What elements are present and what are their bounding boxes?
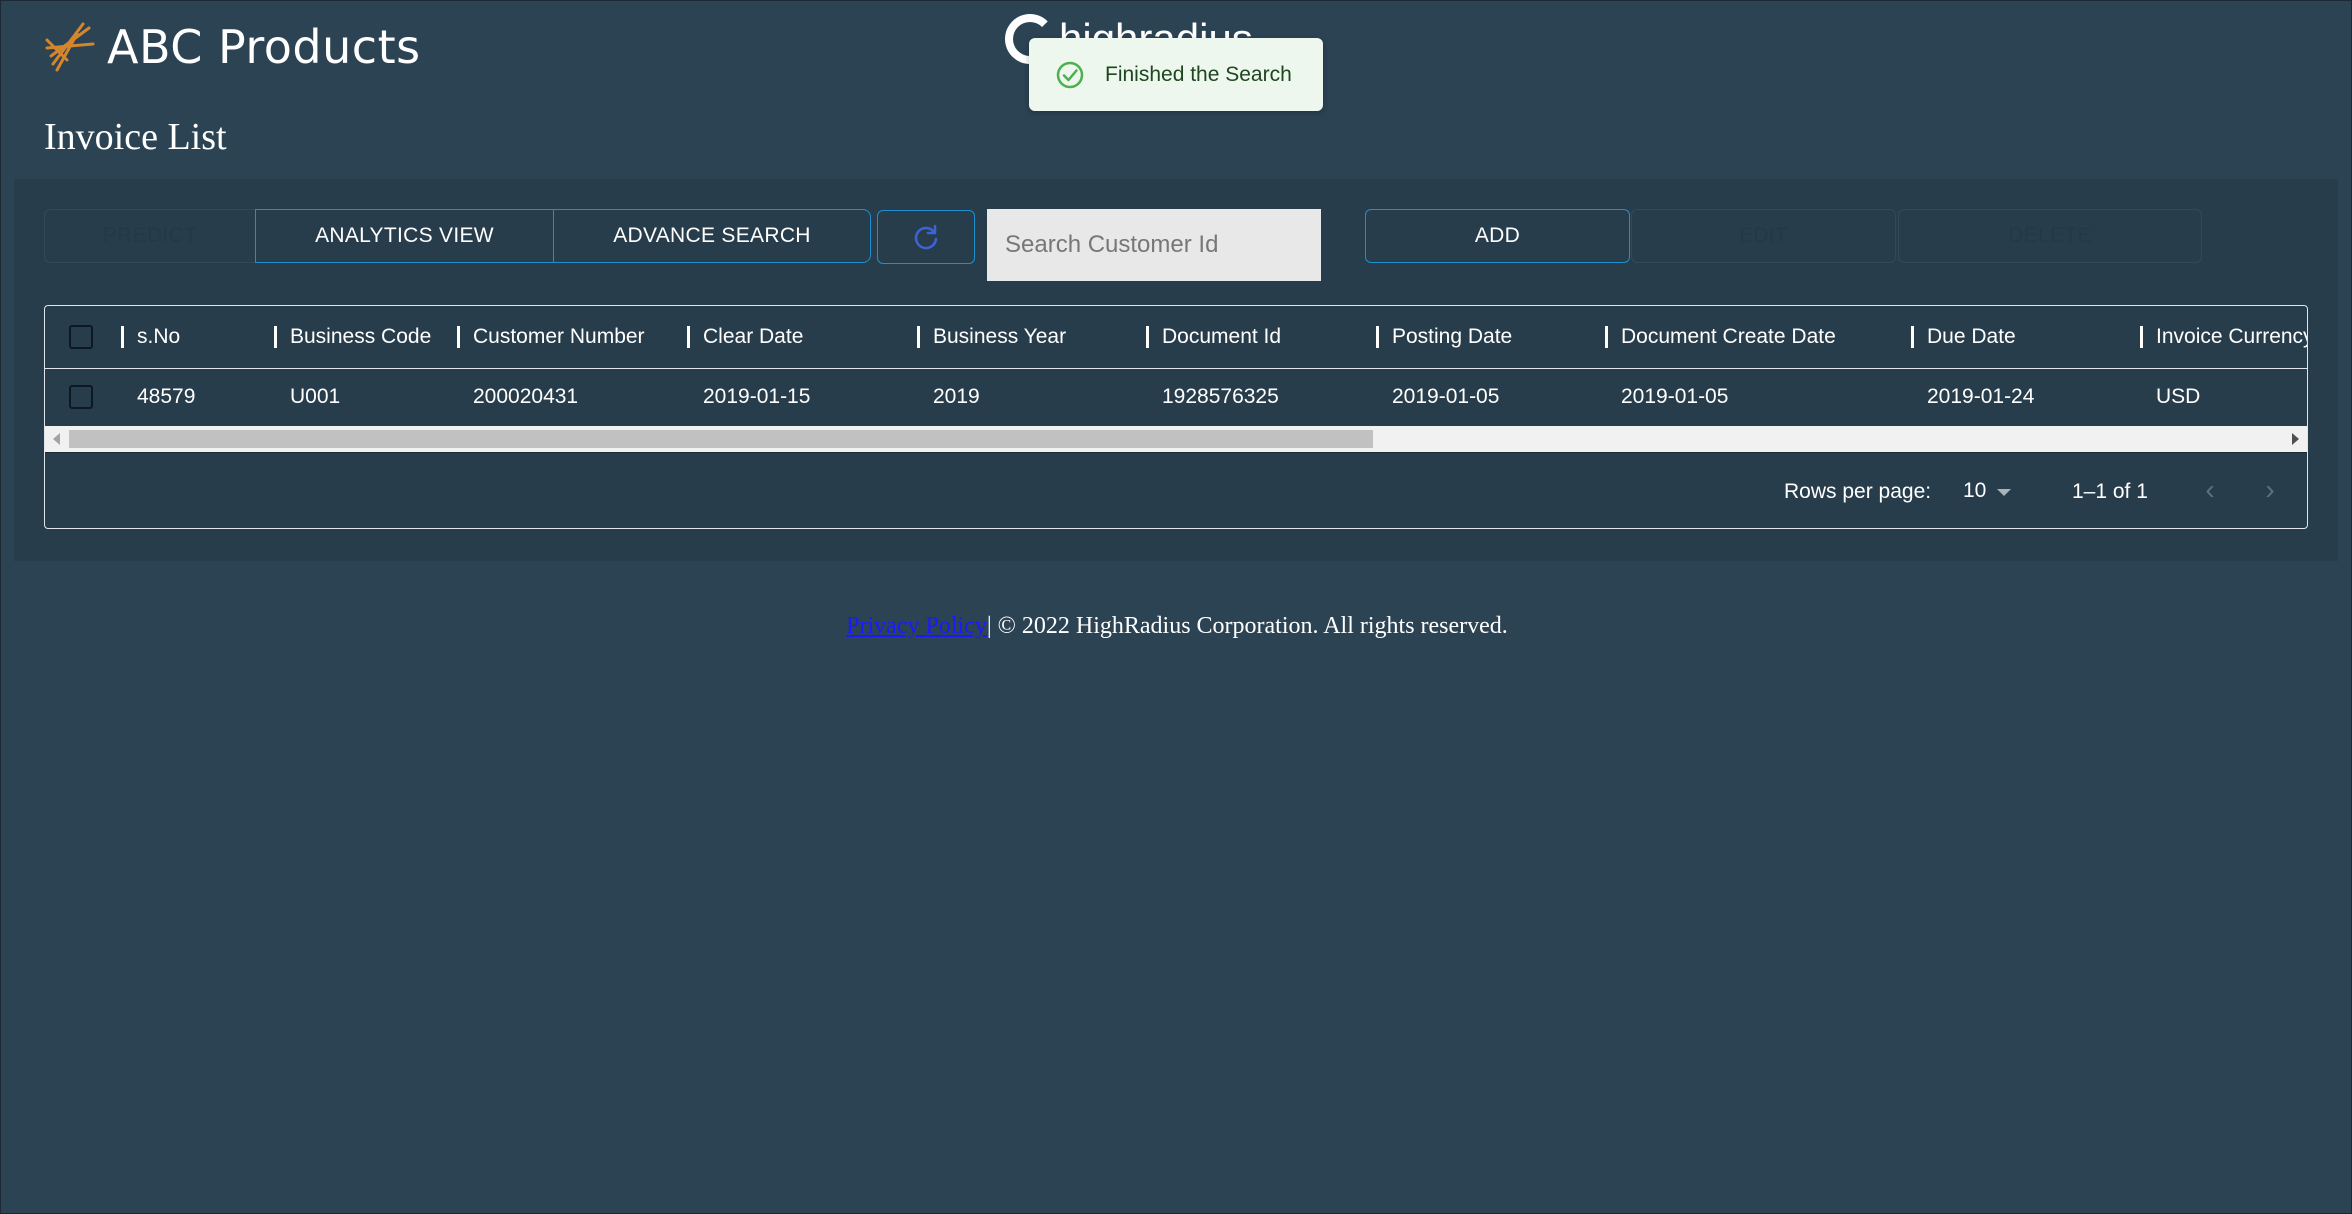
brand-title: ABC Products <box>107 20 421 74</box>
cell-due-date: 2019-01-24 <box>1927 385 2035 408</box>
chevron-down-icon[interactable] <box>1997 489 2011 496</box>
column-header-invoice-currency[interactable]: Invoice Currency <box>2156 306 2307 368</box>
scroll-right-arrow-icon[interactable] <box>2292 433 2299 445</box>
column-separator[interactable] <box>1376 326 1379 348</box>
column-header-posting-date[interactable]: Posting Date <box>1392 306 1592 368</box>
cell-sno: 48579 <box>137 385 196 408</box>
column-separator[interactable] <box>687 326 690 348</box>
rows-per-page-label: Rows per page: <box>1784 480 1932 503</box>
refresh-icon <box>914 224 938 250</box>
previous-page-icon[interactable]: ‹ <box>2195 474 2225 505</box>
column-header-business-year[interactable]: Business Year <box>933 306 1133 368</box>
cell-document-id: 1928576325 <box>1162 385 1279 408</box>
cell-invoice-currency: USD <box>2156 385 2201 408</box>
next-page-icon[interactable]: › <box>2255 474 2285 505</box>
search-customer-id-input[interactable] <box>987 209 1321 281</box>
column-header-document-id[interactable]: Document Id <box>1162 306 1362 368</box>
toast-message: Finished the Search <box>1105 62 1292 86</box>
scroll-left-arrow-icon[interactable] <box>53 433 60 445</box>
delete-button[interactable]: DELETE <box>1898 209 2202 263</box>
horizontal-scrollbar[interactable] <box>45 426 2307 452</box>
column-separator[interactable] <box>1605 326 1608 348</box>
add-button[interactable]: ADD <box>1365 209 1630 263</box>
row-select-checkbox[interactable] <box>69 385 93 409</box>
column-separator[interactable] <box>917 326 920 348</box>
success-toast: Finished the Search <box>1029 38 1323 111</box>
column-separator[interactable] <box>1911 326 1914 348</box>
page-title: Invoice List <box>44 116 227 158</box>
scrollbar-thumb[interactable] <box>69 430 1373 448</box>
column-separator[interactable] <box>457 326 460 348</box>
check-circle-icon <box>1056 61 1084 88</box>
column-header-customer-number[interactable]: Customer Number <box>473 306 678 368</box>
column-header-due-date[interactable]: Due Date <box>1927 306 2127 368</box>
column-separator[interactable] <box>274 326 277 348</box>
column-separator[interactable] <box>121 326 124 348</box>
column-header-clear-date[interactable]: Clear Date <box>703 306 903 368</box>
rows-per-page-select[interactable]: 10 <box>1963 479 1986 503</box>
invoice-data-grid: s.No Business Code Customer Number Clear… <box>44 305 2308 529</box>
advance-search-button[interactable]: ADVANCE SEARCH <box>553 209 871 263</box>
column-separator[interactable] <box>2140 326 2143 348</box>
cell-clear-date: 2019-01-15 <box>703 385 811 408</box>
analytics-view-button[interactable]: ANALYTICS VIEW <box>255 209 554 263</box>
select-all-checkbox[interactable] <box>69 325 93 349</box>
refresh-button[interactable] <box>877 210 975 264</box>
page-footer: Privacy Policy| © 2022 HighRadius Corpor… <box>1 613 2352 640</box>
cell-document-create-date: 2019-01-05 <box>1621 385 1729 408</box>
cell-customer-number: 200020431 <box>473 385 579 408</box>
abc-logo-icon <box>45 22 95 72</box>
app-header: ABC Products <box>43 17 421 77</box>
grid-header-row: s.No Business Code Customer Number Clear… <box>45 306 2307 369</box>
cell-business-year: 2019 <box>933 385 980 408</box>
column-separator[interactable] <box>1146 326 1149 348</box>
cell-posting-date: 2019-01-05 <box>1392 385 1500 408</box>
privacy-policy-link[interactable]: Privacy Policy <box>846 613 987 639</box>
column-header-business-code[interactable]: Business Code <box>290 306 460 368</box>
edit-button[interactable]: EDIT <box>1631 209 1896 263</box>
pagination-range: 1–1 of 1 <box>2072 480 2148 503</box>
table-row[interactable]: 48579 U001 200020431 2019-01-15 2019 192… <box>45 368 2307 426</box>
predict-button[interactable]: PREDICT <box>44 209 256 263</box>
column-header-document-create-date[interactable]: Document Create Date <box>1621 306 1871 368</box>
pagination-bar: Rows per page: 10 1–1 of 1 ‹ › <box>45 452 2307 528</box>
column-header-sno[interactable]: s.No <box>137 306 267 368</box>
cell-business-code: U001 <box>290 385 341 408</box>
copyright-text: | © 2022 HighRadius Corporation. All rig… <box>986 613 1508 639</box>
